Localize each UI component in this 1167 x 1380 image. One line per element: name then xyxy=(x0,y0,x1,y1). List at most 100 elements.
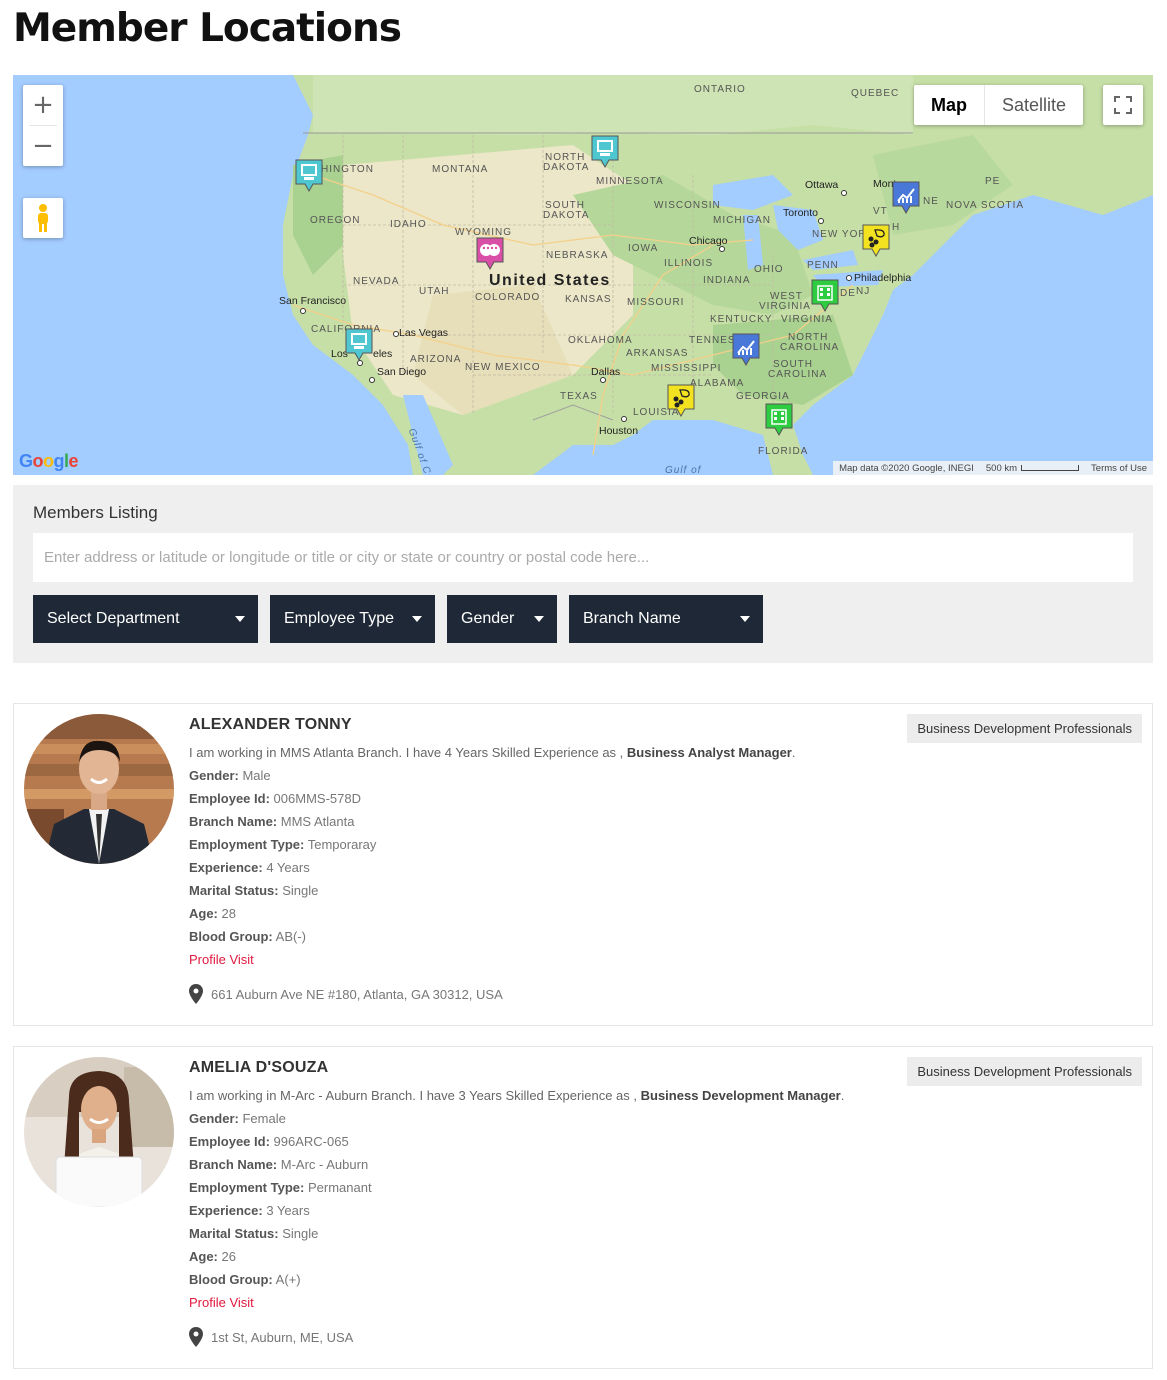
computer-icon xyxy=(591,135,619,169)
branch-row: Branch Name: MMS Atlanta xyxy=(189,813,796,836)
map-type-control: Map Satellite xyxy=(914,85,1084,125)
map-label-kentucky: KENTUCKY xyxy=(710,314,773,325)
caret-down-icon xyxy=(534,616,544,622)
map-label-kansas: KANSAS xyxy=(565,294,612,305)
map-dot-toronto xyxy=(818,218,824,224)
map-label-north-dakota-2: DAKOTA xyxy=(543,162,590,173)
employment-type-label: Employment Type: xyxy=(189,1180,305,1195)
map-label-arkansas: ARKANSAS xyxy=(626,348,689,359)
gender-select[interactable]: Gender xyxy=(447,595,557,643)
map-label-indiana: INDIANA xyxy=(703,275,751,286)
map-city-los-angeles-2: eles xyxy=(373,348,393,360)
map-label-de: DE xyxy=(840,288,856,299)
member-role: Business Development Manager xyxy=(640,1088,841,1103)
map-city-dallas: Dallas xyxy=(591,366,621,378)
map-dot-san-francisco xyxy=(300,308,306,314)
member-role: Business Analyst Manager xyxy=(626,745,792,760)
map-marker[interactable] xyxy=(811,279,839,313)
experience-row: Experience: 4 Years xyxy=(189,859,796,882)
map-scale[interactable]: 500 km xyxy=(986,463,1080,474)
map-label-nebraska: NEBRASKA xyxy=(546,250,609,261)
map-label-nova-scotia: NOVA SCOTIA xyxy=(946,200,1025,211)
map-label-ontario: ONTARIO xyxy=(694,84,746,95)
map-city-ottawa: Ottawa xyxy=(805,179,839,191)
member-intro-text: I am working in M-Arc - Auburn Branch. I… xyxy=(189,1088,637,1103)
department-badge: Business Development Professionals xyxy=(907,714,1142,743)
age-value: 26 xyxy=(221,1249,236,1264)
map-label-north-carolina-2: CAROLINA xyxy=(780,342,840,353)
map-marker[interactable] xyxy=(345,328,373,362)
member-intro: I am working in M-Arc - Auburn Branch. I… xyxy=(189,1088,845,1103)
employee-id-value: 996ARC-065 xyxy=(273,1134,349,1149)
map-label-nevada: NEVADA xyxy=(353,276,400,287)
map-label-minnesota: MINNESOTA xyxy=(596,176,664,187)
map-marker[interactable] xyxy=(667,384,695,418)
map-label-ohio: OHIO xyxy=(754,264,784,275)
blood-group-value: A(+) xyxy=(275,1272,301,1287)
branch-label: Branch Name: xyxy=(189,814,278,829)
member-intro-text: I am working in MMS Atlanta Branch. I ha… xyxy=(189,745,624,760)
map-dot-ottawa xyxy=(841,190,847,196)
terms-of-use-link[interactable]: Terms of Use xyxy=(1091,463,1147,474)
profile-visit-link[interactable]: Profile Visit xyxy=(189,1294,844,1317)
computer-icon xyxy=(295,159,323,193)
map-dot-houston xyxy=(621,416,627,422)
gender-row: Gender: Female xyxy=(189,1110,844,1133)
map-marker[interactable] xyxy=(591,135,619,169)
map-label-wisconsin: WISCONSIN xyxy=(654,200,721,211)
map-pin-icon xyxy=(189,984,203,1004)
marital-status-value: Single xyxy=(282,1226,319,1241)
employment-type-row: Employment Type: Permanant xyxy=(189,1179,844,1202)
map-label-washington: HINGTON xyxy=(321,164,374,175)
map-type-satellite-button[interactable]: Satellite xyxy=(985,85,1083,125)
map-label-south-dakota-2: DAKOTA xyxy=(543,210,590,221)
experience-value: 3 Years xyxy=(266,1203,310,1218)
department-select-label: Select Department xyxy=(47,610,180,627)
map-marker[interactable] xyxy=(295,159,323,193)
map-marker[interactable] xyxy=(476,237,504,271)
member-address: 1st St, Auburn, ME, USA xyxy=(189,1327,844,1347)
profile-visit-link[interactable]: Profile Visit xyxy=(189,951,796,974)
branch-row: Branch Name: M-Arc - Auburn xyxy=(189,1156,844,1179)
address-text: 1st St, Auburn, ME, USA xyxy=(211,1329,354,1345)
employee-type-select[interactable]: Employee Type xyxy=(270,595,435,643)
age-value: 28 xyxy=(221,906,236,921)
marital-status-label: Marital Status: xyxy=(189,1226,279,1241)
map-label-missouri: MISSOURI xyxy=(627,297,685,308)
map-label-virginia: VIRGINIA xyxy=(781,314,833,325)
gender-value: Male xyxy=(242,768,271,783)
map-type-map-button[interactable]: Map xyxy=(914,85,985,125)
page-title: Member Locations xyxy=(13,6,402,51)
marital-status-row: Marital Status: Single xyxy=(189,1225,844,1248)
gender-label: Gender: xyxy=(189,768,239,783)
department-select[interactable]: Select Department xyxy=(33,595,258,643)
map-label-nj: NJ xyxy=(856,286,871,297)
street-view-pegman-button[interactable] xyxy=(23,198,63,238)
members-listing-panel: Members Listing Select Department Employ… xyxy=(13,485,1153,663)
branch-name-select[interactable]: Branch Name xyxy=(569,595,763,643)
member-map[interactable]: ONTARIO QUEBEC HINGTON MONTANA NORTH DAK… xyxy=(13,75,1153,475)
map-pin-icon xyxy=(189,1327,203,1347)
zoom-in-button[interactable]: + xyxy=(23,85,63,125)
fullscreen-button[interactable] xyxy=(1103,85,1143,125)
map-marker[interactable] xyxy=(765,403,793,437)
address-text: 661 Auburn Ave NE #180, Atlanta, GA 3031… xyxy=(211,986,503,1002)
map-label-nh: H xyxy=(892,222,901,233)
map-dot-philadelphia xyxy=(846,275,852,281)
listing-title: Members Listing xyxy=(33,503,158,522)
age-row: Age: 26 xyxy=(189,1248,844,1271)
member-photo-woman xyxy=(24,1057,174,1207)
zoom-out-button[interactable]: − xyxy=(23,126,63,166)
team-chat-icon xyxy=(862,224,890,258)
map-city-philadelphia: Philadelphia xyxy=(854,272,912,284)
map-city-las-vegas: Las Vegas xyxy=(399,327,449,339)
employment-type-value: Temporaray xyxy=(307,837,377,852)
map-label-alabama: ALABAMA xyxy=(690,378,745,389)
gender-label: Gender: xyxy=(189,1111,239,1126)
map-marker[interactable] xyxy=(862,224,890,258)
map-marker[interactable] xyxy=(892,181,920,215)
chart-icon xyxy=(732,333,760,367)
location-search-input[interactable] xyxy=(33,533,1133,582)
map-marker[interactable] xyxy=(732,333,760,367)
employment-type-row: Employment Type: Temporaray xyxy=(189,836,796,859)
